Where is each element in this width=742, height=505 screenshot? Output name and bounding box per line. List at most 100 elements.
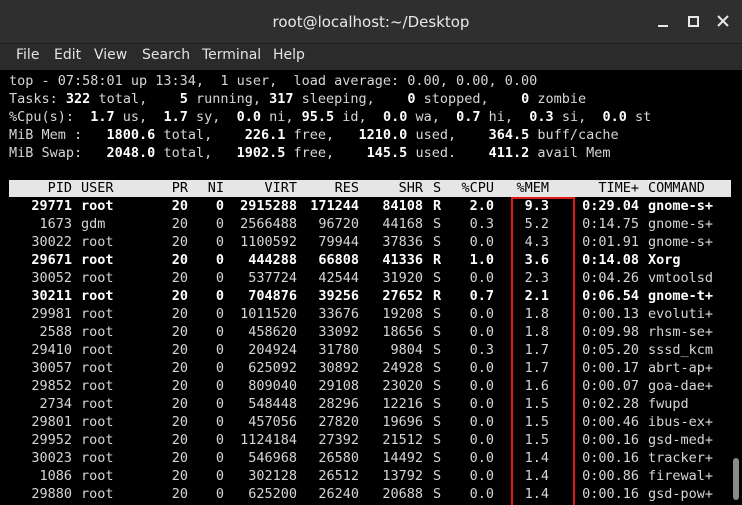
cell-pid: 29671: [31, 252, 72, 268]
table-row[interactable]: 29771 root 20 0 2915288 171244 84108 R 2.0 9.3 0:2…: [0, 197, 742, 215]
cpu-hi: 0.7: [456, 109, 481, 125]
mem-buff: 364.5: [488, 127, 530, 143]
cell-pid: 29880: [31, 486, 72, 502]
cell-mem: 1.5: [524, 414, 549, 430]
close-icon[interactable]: [714, 14, 732, 30]
cell-mem: 1.4: [524, 468, 549, 484]
uptime-line: top - 07:58:01 up 13:34, 1 user, load av…: [9, 73, 538, 89]
tasks-running: 5: [179, 91, 188, 107]
cell-mem: 1.5: [524, 396, 549, 412]
table-row[interactable]: 30211 root 20 0 704876 39256 27652 R 0.7 2.1 0:06.…: [0, 287, 742, 305]
table-row[interactable]: 30052 root 20 0 537724 42544 31920 S 0.0 2.3 0:04.…: [0, 269, 742, 287]
cell-time: 0:00.13: [582, 306, 639, 322]
minimize-icon[interactable]: [654, 14, 672, 30]
cell-pid: 2734: [39, 396, 72, 412]
cell-time: 0:02.28: [582, 396, 639, 412]
menu-bar: File Edit View Search Terminal Help: [0, 44, 742, 70]
cell-mem: 1.6: [524, 378, 549, 394]
table-row[interactable]: 29952 root 20 0 1124184 27392 21512 S 0.0 1.5 0:00…: [0, 431, 742, 449]
cell-mem: 2.3: [524, 270, 549, 286]
cell-pid: 30022: [31, 234, 72, 250]
tasks-stopped: 0: [407, 91, 416, 107]
table-row[interactable]: 2734 root 20 0 548448 28296 12216 S 0.0 1.5 0:02.2…: [0, 395, 742, 413]
mem-total: 1800.6: [106, 127, 156, 143]
cell-command: evoluti+: [648, 306, 714, 322]
mem-free: 226.1: [244, 127, 286, 143]
terminal-output[interactable]: top - 07:58:01 up 13:34, 1 user, load av…: [0, 70, 742, 505]
tasks-sleeping: 317: [269, 91, 294, 107]
scrollbar-thumb[interactable]: [733, 458, 739, 500]
header-command: COMMAND: [648, 180, 705, 196]
cell-time: 0:00.16: [582, 450, 639, 466]
cell-time: 0:06.54: [582, 288, 639, 304]
table-row[interactable]: 30057 root 20 0 625092 30892 24928 S 0.0 1.7 0:00.…: [0, 359, 742, 377]
table-row[interactable]: 29981 root 20 0 1011520 33676 19208 S 0.0 1.8 0:00…: [0, 305, 742, 323]
table-row[interactable]: 30023 root 20 0 546968 26580 14492 S 0.0 1.4 0:00.…: [0, 449, 742, 467]
cell-mem: 1.7: [524, 342, 549, 358]
menu-terminal[interactable]: Terminal: [202, 47, 261, 63]
cell-time: 0:00.46: [582, 414, 639, 430]
maximize-icon[interactable]: [684, 14, 702, 30]
menu-view[interactable]: View: [94, 47, 127, 63]
menu-help[interactable]: Help: [273, 47, 305, 63]
cell-command: abrt-ap+: [648, 360, 714, 376]
cell-command: gsd-med+: [648, 432, 714, 448]
menu-edit[interactable]: Edit: [54, 47, 81, 63]
cell-pid: 30211: [31, 288, 72, 304]
mem-used: 1210.0: [358, 127, 408, 143]
cell-command: gnome-s+: [648, 216, 714, 232]
mem-line: MiB Mem : 1800.6 total, 226.1 free, 1210…: [9, 127, 619, 143]
swap-free: 1902.5: [236, 145, 286, 161]
cell-command: sssd_kcm: [648, 342, 714, 358]
cpu-sy: 1.7: [163, 109, 188, 125]
table-row[interactable]: 29801 root 20 0 457056 27820 19696 S 0.0 1.5 0:00.…: [0, 413, 742, 431]
cell-command: gnome-t+: [648, 288, 714, 304]
header-pid: PID: [47, 180, 72, 196]
cell-time: 0:00.16: [582, 486, 639, 502]
table-row[interactable]: 29671 root 20 0 444288 66808 41336 R 1.0 3.6 0:14.…: [0, 251, 742, 269]
cell-command: Xorg: [648, 252, 681, 268]
cell-mem: 1.4: [524, 450, 549, 466]
cell-mem: 5.2: [524, 216, 549, 232]
header-time: TIME+: [598, 180, 639, 196]
cell-mem: 2.1: [524, 288, 549, 304]
table-row[interactable]: 29852 root 20 0 809040 29108 23020 S 0.0 1.6 0:00.…: [0, 377, 742, 395]
cpu-line: %Cpu(s): 1.7 us, 1.7 sy, 0.0 ni, 95.5 id…: [9, 109, 652, 125]
tasks-total: 322: [65, 91, 91, 107]
cell-time: 0:29.04: [582, 198, 639, 214]
swap-avail: 411.2: [488, 145, 530, 161]
table-row[interactable]: 30022 root 20 0 1100592 79944 37836 S 0.0 4.3 0:01…: [0, 233, 742, 251]
cell-time: 0:01.91: [582, 234, 639, 250]
cell-pid: 29981: [31, 306, 72, 322]
menu-file[interactable]: File: [16, 47, 39, 63]
table-row[interactable]: 29880 root 20 0 625200 26240 20688 S 0.0 1.4 0:00.…: [0, 485, 742, 503]
cell-time: 0:00.17: [582, 360, 639, 376]
window-title: root@localhost:~/Desktop: [272, 13, 470, 31]
cell-pid: 30057: [31, 360, 72, 376]
cell-command: gnome-s+: [648, 234, 714, 250]
table-header-row: PID USER PR NI VIRT RES SHR S %CPU %MEM TIME+ COMMA…: [0, 180, 742, 198]
menu-search[interactable]: Search: [142, 47, 190, 63]
table-row[interactable]: 1086 root 20 0 302128 26512 13792 S 0.0 1.4 0:00.8…: [0, 467, 742, 485]
tasks-label: Tasks:: [9, 91, 58, 107]
cell-mem: 1.8: [524, 306, 549, 322]
table-row[interactable]: 2588 root 20 0 458620 33092 18656 S 0.0 1.8 0:09.9…: [0, 323, 742, 341]
header-mem: %MEM: [516, 180, 549, 196]
cell-time: 0:05.20: [582, 342, 639, 358]
cell-time: 0:14.75: [582, 216, 639, 232]
cell-command: goa-dae+: [648, 378, 714, 394]
table-row[interactable]: 29410 root 20 0 204924 31780 9804 S 0.3 1.7 0:05.2…: [0, 341, 742, 359]
cell-mem: 1.8: [524, 324, 549, 340]
cell-mem: 1.7: [524, 360, 549, 376]
cpu-wa: 0.0: [382, 109, 408, 125]
swap-line: MiB Swap: 2048.0 total, 1902.5 free, 145…: [9, 145, 611, 161]
cell-time: 0:00.86: [582, 468, 639, 484]
cell-pid: 29801: [31, 414, 72, 430]
cell-pid: 2588: [39, 324, 72, 340]
table-row[interactable]: 1673 gdm 20 0 2566488 96720 44168 S 0.3 5.2 0:14.7…: [0, 215, 742, 233]
cell-command: vmtoolsd: [648, 270, 714, 286]
cell-pid: 29410: [31, 342, 72, 358]
cell-pid: 30023: [31, 450, 72, 466]
cpu-id: 95.5: [301, 109, 335, 125]
cpu-us: 1.7: [90, 109, 115, 125]
